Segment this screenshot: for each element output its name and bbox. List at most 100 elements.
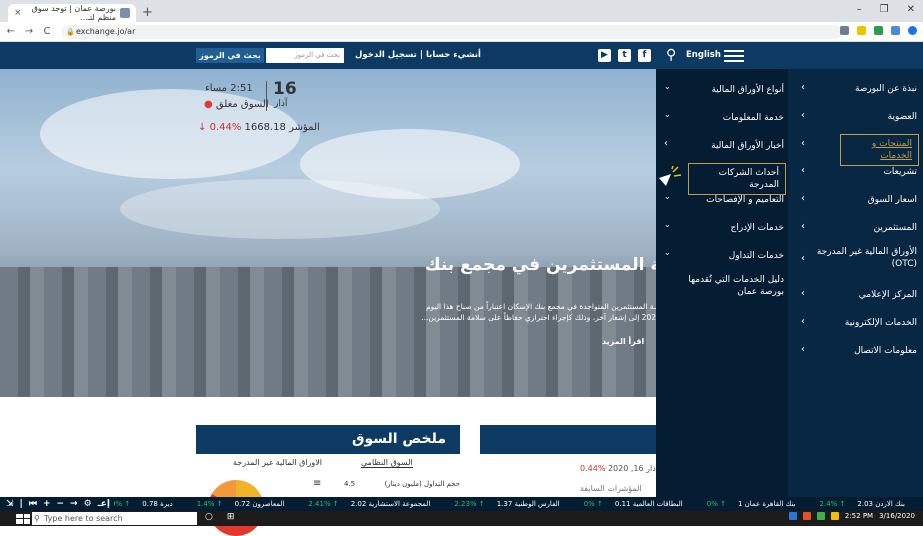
date-day: 16: [273, 79, 297, 99]
create-account-link[interactable]: أنشيء حسابا: [426, 50, 481, 60]
clock-date[interactable]: 3/16/2020: [879, 512, 915, 520]
tray-icon[interactable]: [816, 512, 825, 520]
profile-avatar[interactable]: [908, 26, 917, 35]
social-links: ▶ t f: [598, 49, 651, 62]
ticker-item[interactable]: البطاقات العالمية 0.11↑ %0: [578, 500, 689, 508]
ticker-control-icon[interactable]: +: [43, 497, 51, 511]
url-text: exchange.jo/ar: [76, 27, 136, 36]
click-cursor-icon: [659, 166, 682, 186]
symbol-search-button[interactable]: بحث في الرموز: [196, 48, 264, 63]
extension-icon[interactable]: [840, 26, 849, 35]
menu-item-about[interactable]: نبذة عن البورصة: [800, 83, 917, 95]
chevron-down-icon: ⌄: [664, 248, 671, 257]
cortana-icon[interactable]: ○: [205, 512, 213, 522]
ticker-item[interactable]: المعاصرون 0.72↑ %1.4: [191, 500, 291, 508]
submenu-listing[interactable]: خدمات الإدراج: [680, 222, 784, 234]
star-icon[interactable]: [857, 26, 866, 35]
tray-icon[interactable]: [830, 512, 839, 520]
language-switch[interactable]: English: [686, 50, 721, 60]
submenu-securities-news[interactable]: أخبار الأوراق المالية: [680, 140, 784, 152]
search-icon: ⚲: [34, 514, 40, 523]
menu-item-media[interactable]: المركز الإعلامي: [800, 289, 917, 301]
submenu-circulars[interactable]: التعاميم و الإفصاحات: [680, 194, 784, 206]
date-month: آذار: [274, 99, 288, 109]
login-link[interactable]: تسجيل الدخول: [355, 50, 417, 60]
chevron-down-icon: ⌄: [664, 110, 671, 119]
submenu-trading[interactable]: خدمات التداول: [680, 250, 784, 262]
new-tab-button[interactable]: +: [142, 5, 153, 20]
menu-item-otc[interactable]: الأوراق المالية غير المدرجة (OTC): [800, 246, 917, 270]
submenu-corporate-events[interactable]: أحداث الشركات المدرجة: [688, 163, 786, 195]
market-summary-title: ملخص السوق: [196, 425, 460, 454]
close-window-icon[interactable]: ✕: [907, 4, 915, 15]
reload-icon[interactable]: C: [40, 26, 54, 37]
ticker-control-icon[interactable]: ⇲: [6, 497, 14, 511]
menu-item-investors[interactable]: المستثمرين: [800, 222, 917, 234]
browser-tab[interactable]: بورصة عمان | توجد سوق منظم لتـ... ×: [8, 4, 136, 22]
market-time: 2:51 مساء: [205, 83, 253, 94]
hero-banner: 16 آذار 2:51 مساء السوق مغلق ● المؤشر 16…: [0, 69, 656, 397]
search-icon[interactable]: ⚲: [666, 47, 676, 63]
tab-otc-market[interactable]: الاوراق المالية غير المدرجة: [233, 458, 322, 467]
submenu-info-service[interactable]: خدمة المعلومات: [680, 112, 784, 124]
menu-item-market-prices[interactable]: اسعار السوق: [800, 194, 917, 206]
extensions-area: [840, 26, 917, 35]
clock-time[interactable]: 2:52 PM: [845, 512, 873, 520]
ticker-control-icon: |: [19, 499, 23, 509]
window-controls: – ❐ ✕: [857, 4, 915, 15]
index-label: المؤشر: [289, 122, 320, 133]
symbol-search-input[interactable]: بحث في الرموز: [266, 48, 344, 63]
menu-item-eservices[interactable]: الخدمات الإلكترونية: [800, 317, 917, 329]
address-bar-row: ← → C 🔒 exchange.jo/ar: [0, 22, 923, 42]
taskbar-search[interactable]: ⚲ Type here to search: [32, 512, 197, 525]
tab-title: بورصة عمان | توجد سوق منظم لتـ...: [31, 4, 116, 22]
menu-item-membership[interactable]: العضوية: [800, 111, 917, 123]
settings-icon[interactable]: ⚙: [84, 497, 92, 511]
youtube-icon[interactable]: ▶: [598, 49, 611, 62]
submenu-securities-types[interactable]: أنواع الأوراق المالية: [680, 84, 784, 96]
extension-icon[interactable]: [891, 26, 900, 35]
ticker-control-icon[interactable]: −: [57, 497, 65, 511]
close-tab-icon[interactable]: ×: [14, 8, 22, 18]
forward-icon[interactable]: →: [22, 26, 36, 37]
ticker-item[interactable]: بنك القاهرة عمان 1↑ %0: [701, 500, 802, 508]
twitter-icon[interactable]: t: [618, 49, 631, 62]
ticker-control-icon[interactable]: →: [70, 497, 78, 511]
list-icon[interactable]: ≡: [313, 478, 321, 489]
extension-icon[interactable]: [874, 26, 883, 35]
chevron-left-icon: ‹: [664, 138, 668, 149]
minimize-icon[interactable]: –: [857, 4, 862, 15]
volume-row: حجم التداول (مليون دينار) 4.5: [344, 480, 460, 488]
tab-regular-market[interactable]: السوق النظامي: [361, 458, 413, 468]
maximize-icon[interactable]: ❐: [880, 4, 889, 15]
prices-panel-header: [480, 425, 656, 454]
chevron-left-icon: ‹: [801, 253, 805, 264]
read-more-link[interactable]: اقرأ المزيد: [602, 337, 644, 346]
ticker-item[interactable]: بنك الاردن 2.03↑ %2.4: [814, 500, 911, 508]
market-status: السوق مغلق ●: [204, 99, 269, 110]
chevron-left-icon: ‹: [801, 221, 805, 232]
menu-item-contact[interactable]: معلومات الاتصال: [800, 345, 917, 357]
previous-indices-label[interactable]: المؤشرات السابقة: [580, 484, 642, 493]
back-icon[interactable]: ←: [4, 26, 18, 37]
tray-icon[interactable]: [802, 512, 811, 520]
news-summary: ـة المستثمرين المتواجدة في مجمع بنك الإس…: [421, 302, 656, 322]
browser-tab-strip: بورصة عمان | توجد سوق منظم لتـ... × + – …: [0, 0, 923, 22]
ticker-item[interactable]: الفارس الوطنية 1.37↑ %2.23: [448, 500, 565, 508]
auth-links: أنشيء حسابا|تسجيل الدخول: [355, 50, 481, 60]
ticker-control-icon[interactable]: ⏮: [29, 497, 37, 511]
submenu-services-guide[interactable]: دليل الخدمات التي تُقدمها بورصة عمان: [676, 274, 784, 298]
facebook-icon[interactable]: f: [638, 49, 651, 62]
task-view-icon[interactable]: ⊞: [227, 512, 235, 522]
windows-start-icon[interactable]: [16, 513, 30, 524]
menu-icon[interactable]: [724, 50, 744, 62]
news-headline[interactable]: ـة المستثمرين في مجمع بنك: [425, 255, 656, 275]
menu-item-legislation[interactable]: تشريعات: [800, 166, 917, 178]
ticker-item[interactable]: المجموعة الاستشارية 2.02↑ %2.41: [302, 500, 436, 508]
index-change: %0.44: [209, 122, 242, 133]
ticker-settings-label[interactable]: إعـ: [98, 497, 110, 511]
tray-icon[interactable]: [788, 512, 797, 520]
menu-item-products[interactable]: المنتجات و الخدمات: [840, 134, 919, 166]
url-field[interactable]: 🔒 exchange.jo/ar: [62, 25, 842, 39]
prices-date: آذار 16, 2020 %0.44: [580, 464, 659, 473]
